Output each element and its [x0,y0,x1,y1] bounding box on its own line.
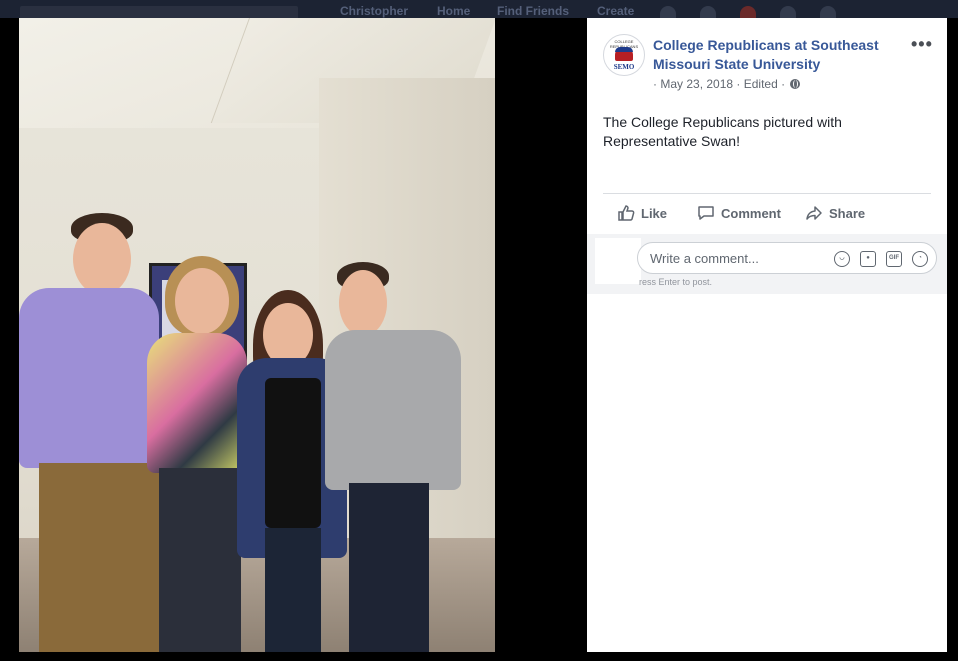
top-nav-bar: Christopher Home Find Friends Create [0,0,958,18]
page-avatar[interactable]: COLLEGE REPUBLICANS SEMO [603,34,645,76]
nav-create[interactable]: Create [597,4,634,18]
friends-icon[interactable] [660,6,676,18]
comment-area: Write a comment... ◡ ● GIF ◔ ress Enter … [587,234,947,294]
post-photo[interactable] [19,18,495,652]
menu-icon[interactable] [820,6,836,18]
more-options-button[interactable]: ••• [911,34,933,55]
like-label: Like [641,205,668,221]
page-name-link[interactable]: College Republicans at Southeast Missour… [653,36,893,74]
nav-find-friends[interactable]: Find Friends [497,4,569,18]
emoji-icon[interactable]: ◡ [834,251,850,267]
post-date[interactable]: May 23, 2018 [660,77,733,91]
commenter-avatar [595,238,641,284]
comment-input[interactable]: Write a comment... ◡ ● GIF ◔ [637,242,937,274]
comment-tools: ◡ ● GIF ◔ [834,251,928,267]
like-button[interactable]: Like [617,204,667,222]
notifications-icon[interactable] [740,6,756,18]
comment-label: Comment [721,205,781,221]
comment-hint: ress Enter to post. [639,277,713,287]
camera-icon[interactable]: ● [860,251,876,267]
divider [603,193,931,194]
comment-placeholder: Write a comment... [650,251,759,266]
sticker-icon[interactable]: ◔ [912,251,928,267]
comment-icon [698,206,714,220]
post-text: The College Republicans pictured with Re… [603,114,842,149]
avatar-text: SEMO [613,63,635,71]
post-meta: · May 23, 2018 · Edited · [653,77,801,91]
share-button[interactable]: Share [805,204,865,222]
like-icon [618,205,635,221]
edited-label[interactable]: Edited [744,77,778,91]
globe-icon [790,79,801,89]
messenger-icon[interactable] [700,6,716,18]
nav-profile[interactable]: Christopher [340,4,408,18]
post-actions: Like Comment Share [603,200,931,230]
gif-icon[interactable]: GIF [886,251,902,267]
share-icon [806,206,822,220]
post-side-panel: COLLEGE REPUBLICANS SEMO College Republi… [587,18,947,652]
share-label: Share [829,205,866,221]
help-icon[interactable] [780,6,796,18]
elephant-stripe [615,47,633,52]
photo-viewer [0,18,587,661]
nav-home[interactable]: Home [437,4,470,18]
search-input[interactable] [20,6,298,18]
comment-button[interactable]: Comment [697,204,781,222]
